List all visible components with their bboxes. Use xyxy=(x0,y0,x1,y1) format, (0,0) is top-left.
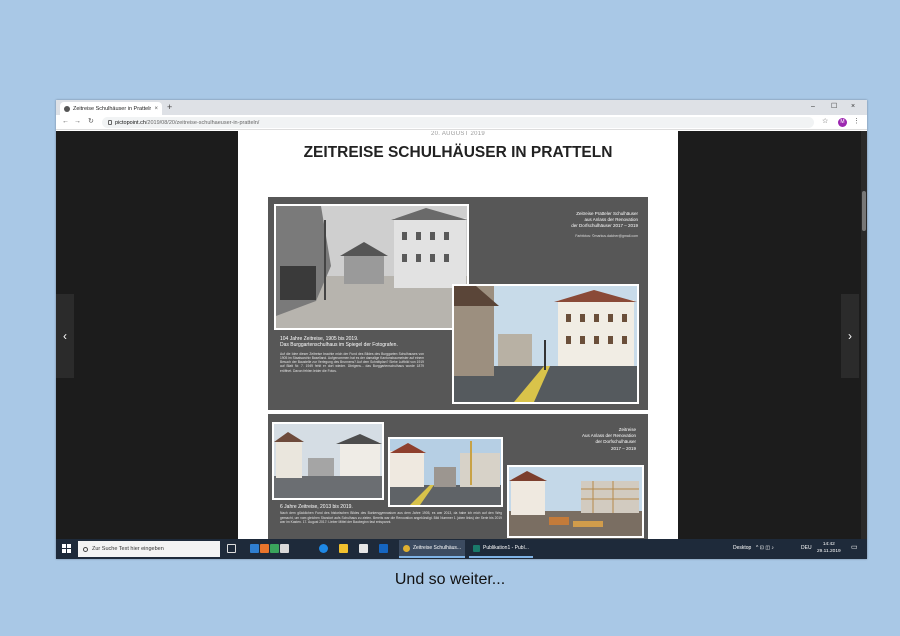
panel1-caption-line-3: der Dorfschulhäuser 2017 – 2019 xyxy=(571,223,638,229)
prev-slide-button[interactable]: ‹ xyxy=(56,294,74,378)
mail-icon[interactable] xyxy=(379,544,388,553)
panel1-photo-credit: Farbfotos: ©markus.dalcher@gmail.com xyxy=(575,233,638,238)
poster-image: Zeitreise Pratteler Schulhäuser aus Anla… xyxy=(268,197,648,539)
panel2-caption-line-4: 2017 – 2019 xyxy=(610,445,636,451)
panel2-body-text: Nach dem glücklichen Fund des historisch… xyxy=(280,511,502,524)
address-toolbar: ← → ↻ pictopoint.ch /2019/08/20/zeitreis… xyxy=(56,115,867,130)
series-photo-2017 xyxy=(507,465,644,538)
taskbar-clock[interactable]: 14:42 29.11.2019 xyxy=(817,541,841,555)
panel1-caption: Zeitreise Pratteler Schulhäuser aus Anla… xyxy=(488,211,638,239)
post-date: 20. AUGUST 2019 xyxy=(430,131,486,137)
profile-avatar[interactable]: M xyxy=(838,118,847,127)
bookmark-star-icon[interactable]: ☆ xyxy=(822,117,828,125)
search-placeholder: Zur Suche Text hier eingeben xyxy=(92,546,164,552)
start-button[interactable] xyxy=(62,544,71,553)
app-icon-3[interactable] xyxy=(270,544,279,553)
panel1-text: 104 Jahre Zeitreise, 1905 bis 2019. Das … xyxy=(280,336,424,373)
url-domain: pictopoint.ch xyxy=(115,119,146,126)
tab-zeitreise[interactable]: Zeitreise Schulhäuser in Pratteln × xyxy=(60,102,162,115)
taskbar-label-publisher: Publikation1 - Publ... xyxy=(483,545,529,551)
panel2-heading: 6 Jahre Zeitreise, 2013 bis 2019. xyxy=(280,504,353,510)
minimize-button[interactable]: – xyxy=(811,101,815,113)
article-page: 20. AUGUST 2019 ZEITREISE SCHULHÄUSER IN… xyxy=(238,131,678,539)
forward-button[interactable]: → xyxy=(74,117,81,127)
desktop-toolbar-label[interactable]: Desktop xyxy=(733,545,751,551)
series-photo-2015 xyxy=(388,437,503,507)
clock-time: 14:42 xyxy=(822,542,835,547)
maximize-button[interactable]: ☐ xyxy=(831,101,837,113)
historic-bw-photo xyxy=(274,204,469,330)
edge-icon[interactable] xyxy=(319,544,328,553)
page-viewport: ‹ › 20. AUGUST 2019 ZEITREISE SCHULHÄUSE… xyxy=(56,131,867,539)
file-explorer-icon[interactable] xyxy=(339,544,348,553)
panel1-body-text: Auf die Idee dieser Zeitreise brachte mi… xyxy=(280,351,424,373)
tab-strip: Zeitreise Schulhäuser in Pratteln × + – … xyxy=(56,100,867,115)
series-photo-2013 xyxy=(272,422,384,500)
notification-icon[interactable]: ▭ xyxy=(851,543,858,551)
app-icon-4[interactable] xyxy=(280,544,289,553)
taskbar-search[interactable]: Zur Suche Text hier eingeben xyxy=(78,541,220,557)
taskbar-button-chrome[interactable]: Zeitreise Schulhäus... xyxy=(399,540,466,558)
close-window-button[interactable]: × xyxy=(851,101,855,113)
tray-icons[interactable]: ^ ⊡ ◫ ♪ xyxy=(756,545,774,551)
panel2-caption: Zeitreise Aus Anlass der Renovation der … xyxy=(506,427,636,452)
url-path: /2019/08/20/zeitreise-schulhaeuser-in-pr… xyxy=(145,119,260,126)
next-slide-button[interactable]: › xyxy=(841,294,859,378)
footer-caption: Und so weiter... xyxy=(394,571,506,588)
panel1-heading-line-2: Das Burggartenschulhaus im Spiegel der F… xyxy=(280,342,398,349)
tab-close-icon[interactable]: × xyxy=(154,106,158,112)
address-bar[interactable]: pictopoint.ch /2019/08/20/zeitreise-schu… xyxy=(102,117,814,128)
scrollbar-thumb[interactable] xyxy=(862,191,866,231)
app-icon-2[interactable] xyxy=(260,544,269,553)
lock-icon xyxy=(108,120,112,125)
search-icon xyxy=(83,546,88,552)
back-button[interactable]: ← xyxy=(62,117,69,127)
chrome-icon xyxy=(403,544,410,552)
store-icon[interactable] xyxy=(359,544,368,553)
page-title: ZEITREISE SCHULHÄUSER IN PRATTELN xyxy=(303,144,613,161)
tab-title: Zeitreise Schulhäuser in Pratteln xyxy=(73,105,152,112)
reload-button[interactable]: ↻ xyxy=(88,117,94,127)
taskbar-button-publisher[interactable]: Publikation1 - Publ... xyxy=(469,540,533,558)
favicon-icon xyxy=(64,105,70,112)
new-tab-button[interactable]: + xyxy=(167,102,172,112)
poster-panel-2: Zeitreise Aus Anlass der Renovation der … xyxy=(268,414,648,539)
app-icon-1[interactable] xyxy=(250,544,259,553)
panel2-text: 6 Jahre Zeitreise, 2013 bis 2019. Nach d… xyxy=(280,504,502,524)
taskbar-label-chrome: Zeitreise Schulhäus... xyxy=(413,545,462,551)
task-view-icon[interactable] xyxy=(227,544,236,553)
browser-menu-icon[interactable]: ⋮ xyxy=(853,117,860,125)
publisher-icon xyxy=(473,544,480,552)
browser-window: Zeitreise Schulhäuser in Pratteln × + – … xyxy=(56,100,867,559)
windows-taskbar: Zur Suche Text hier eingeben Zeitreise S… xyxy=(56,539,867,559)
clock-date: 29.11.2019 xyxy=(817,549,841,554)
poster-panel-1: Zeitreise Pratteler Schulhäuser aus Anla… xyxy=(268,197,648,410)
language-indicator[interactable]: DEU xyxy=(801,545,812,551)
modern-color-photo-1 xyxy=(452,284,639,404)
scrollbar[interactable] xyxy=(861,131,867,539)
